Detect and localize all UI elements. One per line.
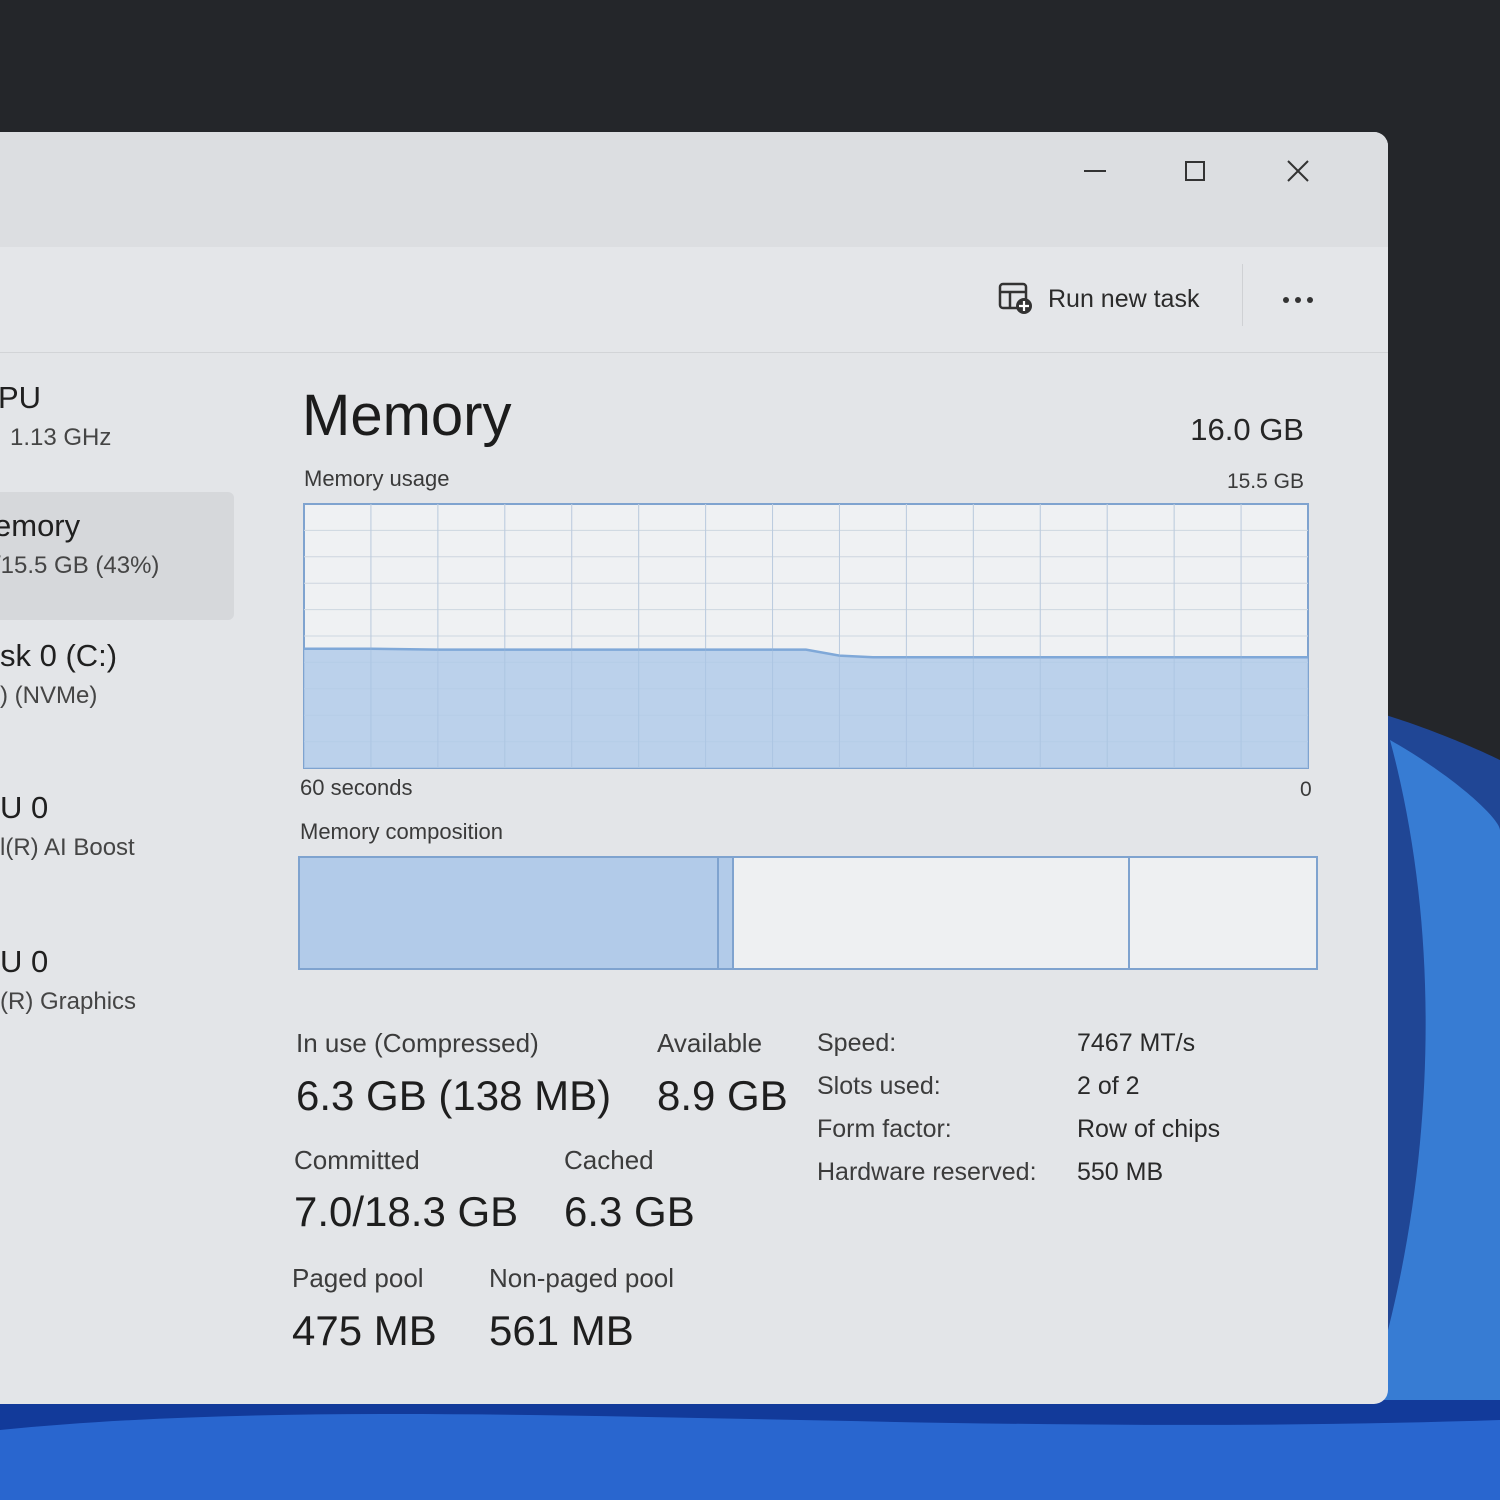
total-memory: 16.0 GB (1190, 412, 1304, 447)
sidebar-item-subtitle: 1.13 GHz (10, 424, 112, 451)
sidebar-item-disk[interactable]: sk 0 (C:) ) (NVMe) (0, 638, 265, 710)
speed-value: 7467 MT/s (1077, 1029, 1196, 1057)
memory-usage-chart (303, 503, 1309, 769)
more-dot-icon (1295, 297, 1301, 303)
cached-value: 6.3 GB (564, 1188, 695, 1235)
more-dot-icon (1307, 297, 1313, 303)
memory-usage-area (304, 648, 1308, 768)
sidebar-item-subtitle: (R) Graphics (0, 988, 137, 1015)
non-paged-pool-label: Non-paged pool (489, 1263, 675, 1293)
sidebar-item-subtitle: /15.5 GB (43%) (0, 552, 160, 579)
form-factor-value: Row of chips (1077, 1115, 1221, 1143)
x-axis-end-label: 0 (1300, 778, 1312, 801)
in-use-value: 6.3 GB (138 MB) (296, 1072, 612, 1119)
more-dot-icon (1283, 297, 1289, 303)
committed-label: Committed (294, 1145, 420, 1175)
x-axis-start-label: 60 seconds (300, 775, 413, 800)
composition-free-segment (1128, 858, 1316, 968)
sidebar-item-title: U 0 (0, 944, 49, 979)
sidebar-item-cpu[interactable]: PU 1.13 GHz (0, 380, 263, 452)
sidebar-item-title: U 0 (0, 790, 49, 825)
available-label: Available (657, 1028, 763, 1058)
run-new-task-label: Run new task (1048, 284, 1200, 313)
sidebar-item-npu[interactable]: U 0 l(R) AI Boost (0, 790, 265, 862)
sidebar-item-subtitle: ) (NVMe) (0, 682, 98, 709)
cached-label: Cached (564, 1145, 654, 1175)
close-button[interactable] (1268, 146, 1328, 196)
sidebar-item-title: emory (0, 508, 81, 543)
speed-label: Speed: (817, 1029, 897, 1057)
memory-usage-max: 15.5 GB (1226, 470, 1304, 493)
memory-usage-label: Memory usage (304, 466, 450, 491)
form-factor-label: Form factor: (817, 1115, 952, 1143)
slots-used-value: 2 of 2 (1077, 1072, 1140, 1100)
hardware-reserved-label: Hardware reserved: (817, 1158, 1037, 1186)
slots-used-label: Slots used: (817, 1072, 941, 1100)
close-icon (1287, 160, 1309, 182)
maximize-icon (1185, 161, 1205, 181)
composition-modified-segment (717, 858, 732, 968)
task-manager-window: Run new task PU 1.13 GHz emory /15.5 GB … (0, 132, 1388, 1404)
run-new-task-button[interactable]: Run new task (998, 274, 1199, 324)
in-use-label: In use (Compressed) (296, 1028, 539, 1058)
page-title: Memory (302, 383, 512, 448)
composition-standby-segment (732, 858, 1128, 968)
available-value: 8.9 GB (657, 1072, 788, 1119)
toolbar-separator (1242, 264, 1243, 326)
memory-composition-label: Memory composition (300, 819, 503, 844)
non-paged-pool-value: 561 MB (489, 1307, 634, 1354)
composition-in-use-segment (300, 858, 717, 968)
sidebar-item-title: PU (0, 380, 42, 415)
sidebar-item-memory[interactable]: emory /15.5 GB (43%) (0, 492, 234, 620)
minimize-icon (1084, 170, 1106, 172)
sidebar-item-subtitle: l(R) AI Boost (0, 834, 135, 861)
sidebar-item-title: sk 0 (C:) (0, 638, 118, 673)
committed-value: 7.0/18.3 GB (294, 1188, 519, 1235)
paged-pool-value: 475 MB (292, 1307, 437, 1354)
memory-composition-bar (298, 856, 1318, 970)
maximize-button[interactable] (1165, 146, 1225, 196)
minimize-button[interactable] (1065, 146, 1125, 196)
run-task-icon (998, 282, 1032, 314)
hardware-reserved-value: 550 MB (1077, 1158, 1164, 1186)
sidebar-item-gpu[interactable]: U 0 (R) Graphics (0, 944, 265, 1016)
paged-pool-label: Paged pool (292, 1263, 424, 1293)
more-options-button[interactable] (1272, 280, 1324, 320)
